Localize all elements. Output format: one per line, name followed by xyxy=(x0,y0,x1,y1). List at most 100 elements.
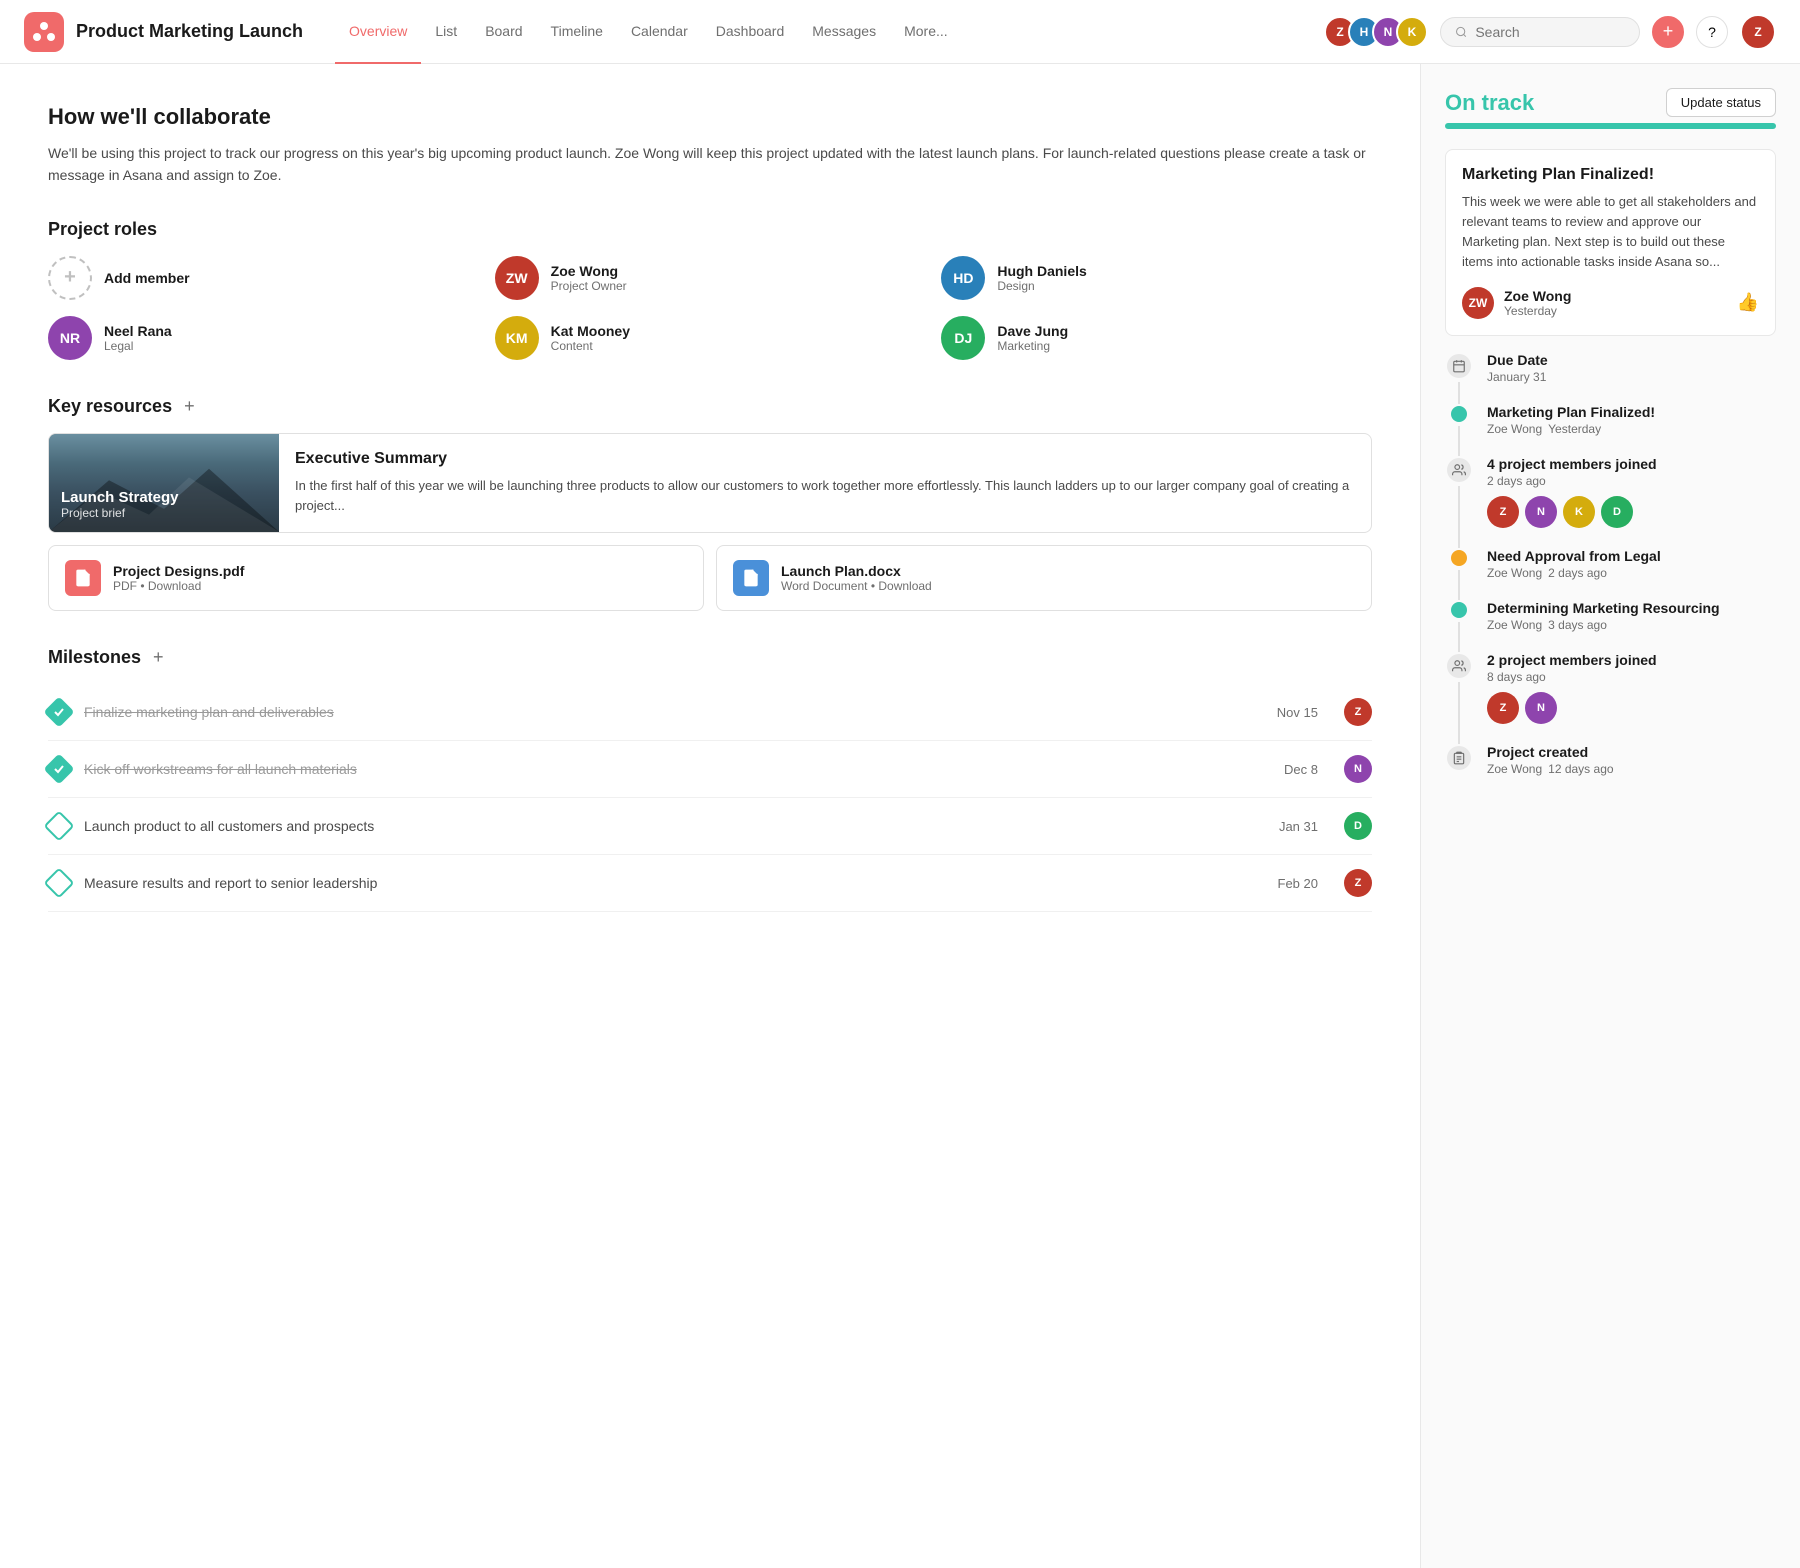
project-created-icon xyxy=(1447,746,1471,770)
milestone-check-4 xyxy=(43,868,74,899)
timeline-dot-resourcing xyxy=(1451,602,1467,618)
help-button[interactable]: ? xyxy=(1696,16,1728,48)
tab-calendar[interactable]: Calendar xyxy=(617,0,702,64)
add-member-label[interactable]: Add member xyxy=(104,270,190,286)
resources-title: Key resources + xyxy=(48,396,1372,417)
due-date-label: Due Date xyxy=(1487,352,1776,368)
calendar-icon xyxy=(1452,359,1466,373)
add-member-icon[interactable]: + xyxy=(48,256,92,300)
role-name-zoe: Zoe Wong xyxy=(551,263,627,279)
tab-list[interactable]: List xyxy=(421,0,471,64)
milestone-2[interactable]: Kick off workstreams for all launch mate… xyxy=(48,741,1372,798)
key-resources-section: Key resources + Launch Strategy Project … xyxy=(48,396,1372,611)
timeline-time-resourcing: 3 days ago xyxy=(1548,618,1607,632)
file-doc[interactable]: Launch Plan.docx Word Document • Downloa… xyxy=(716,545,1372,611)
file-pdf-name: Project Designs.pdf xyxy=(113,563,244,579)
role-sub-dave: Marketing xyxy=(997,339,1068,353)
add-resource-button[interactable]: + xyxy=(180,396,199,417)
search-bar[interactable] xyxy=(1440,17,1640,47)
top-navigation: Product Marketing Launch Overview List B… xyxy=(0,0,1800,64)
timeline-author-created: Zoe Wong xyxy=(1487,762,1542,776)
nav-right: Z H N K + ? Z xyxy=(1324,14,1776,50)
timeline-title-1: Marketing Plan Finalized! xyxy=(1487,404,1776,420)
milestone-4[interactable]: Measure results and report to senior lea… xyxy=(48,855,1372,912)
timeline-content-approval: Need Approval from Legal Zoe Wong 2 days… xyxy=(1487,548,1776,600)
role-name-neel: Neel Rana xyxy=(104,323,172,339)
resource-files: Project Designs.pdf PDF • Download xyxy=(48,545,1372,611)
team-avatars[interactable]: Z H N K xyxy=(1324,16,1428,48)
timeline-members-joined-4: 4 project members joined 2 days ago Z N … xyxy=(1445,456,1776,548)
roles-title: Project roles xyxy=(48,219,1372,240)
timeline-title-approval: Need Approval from Legal xyxy=(1487,548,1776,564)
search-input[interactable] xyxy=(1475,24,1625,40)
tab-board[interactable]: Board xyxy=(471,0,536,64)
due-date-content: Due Date January 31 xyxy=(1487,352,1776,404)
timeline-dot-1 xyxy=(1451,406,1467,422)
milestone-avatar-4: Z xyxy=(1344,869,1372,897)
add-button[interactable]: + xyxy=(1652,16,1684,48)
milestone-avatar-1: Z xyxy=(1344,698,1372,726)
milestone-date-3: Jan 31 xyxy=(1279,819,1318,834)
user-avatar[interactable]: Z xyxy=(1740,14,1776,50)
status-header: On track Update status xyxy=(1445,88,1776,117)
resource-card-main[interactable]: Launch Strategy Project brief Executive … xyxy=(48,433,1372,533)
left-panel: How we'll collaborate We'll be using thi… xyxy=(0,64,1420,1568)
tab-more[interactable]: More... xyxy=(890,0,962,64)
timeline-author-approval: Zoe Wong xyxy=(1487,566,1542,580)
resource-body-desc: In the first half of this year we will b… xyxy=(295,476,1355,516)
main-layout: How we'll collaborate We'll be using thi… xyxy=(0,64,1800,1568)
file-doc-meta: Word Document • Download xyxy=(781,579,932,593)
timeline-meta-created: Zoe Wong 12 days ago xyxy=(1487,762,1776,776)
tab-dashboard[interactable]: Dashboard xyxy=(702,0,799,64)
joined-avatar-2: N xyxy=(1525,496,1557,528)
timeline-content-members-2: 2 project members joined 8 days ago Z N xyxy=(1487,652,1776,744)
milestone-label-4: Measure results and report to senior lea… xyxy=(84,875,1264,891)
avatar-zoe-role: ZW xyxy=(495,256,539,300)
timeline-title-resourcing: Determining Marketing Resourcing xyxy=(1487,600,1776,616)
due-date-value: January 31 xyxy=(1487,370,1776,384)
timeline-author-resourcing: Zoe Wong xyxy=(1487,618,1542,632)
doc-file-icon xyxy=(741,568,761,588)
status-author-avatar: ZW xyxy=(1462,287,1494,319)
members-joined-icon-1 xyxy=(1447,458,1471,482)
tab-overview[interactable]: Overview xyxy=(335,0,421,64)
add-milestone-button[interactable]: + xyxy=(149,647,168,668)
like-button[interactable]: 👍 xyxy=(1737,292,1759,313)
tab-messages[interactable]: Messages xyxy=(798,0,890,64)
tab-timeline[interactable]: Timeline xyxy=(537,0,617,64)
status-update-card: Marketing Plan Finalized! This week we w… xyxy=(1445,149,1776,336)
role-sub-neel: Legal xyxy=(104,339,172,353)
milestone-check-2 xyxy=(43,754,74,785)
search-icon xyxy=(1455,25,1467,39)
role-sub-zoe: Project Owner xyxy=(551,279,627,293)
avatar-kat[interactable]: K xyxy=(1396,16,1428,48)
milestone-avatar-3: D xyxy=(1344,812,1372,840)
role-add[interactable]: + Add member xyxy=(48,256,479,300)
nav-tabs: Overview List Board Timeline Calendar Da… xyxy=(335,0,962,64)
timeline-project-created: Project created Zoe Wong 12 days ago xyxy=(1445,744,1776,796)
role-kat: KM Kat Mooney Content xyxy=(495,316,926,360)
role-name-dave: Dave Jung xyxy=(997,323,1068,339)
milestone-label-3: Launch product to all customers and pros… xyxy=(84,818,1265,834)
milestones-title: Milestones + xyxy=(48,647,1372,668)
milestone-3[interactable]: Launch product to all customers and pros… xyxy=(48,798,1372,855)
avatar-neel-role: NR xyxy=(48,316,92,360)
resource-image: Launch Strategy Project brief xyxy=(49,434,279,532)
clipboard-icon xyxy=(1452,751,1466,765)
app-icon[interactable] xyxy=(24,12,64,52)
avatar-dave-role: DJ xyxy=(941,316,985,360)
role-dave: DJ Dave Jung Marketing xyxy=(941,316,1372,360)
file-pdf[interactable]: Project Designs.pdf PDF • Download xyxy=(48,545,704,611)
role-neel: NR Neel Rana Legal xyxy=(48,316,479,360)
joined-avatar-5: Z xyxy=(1487,692,1519,724)
resource-body: Executive Summary In the first half of t… xyxy=(279,434,1371,532)
milestone-avatar-2: N xyxy=(1344,755,1372,783)
joined-avatar-4: D xyxy=(1601,496,1633,528)
timeline-title-members-1: 4 project members joined xyxy=(1487,456,1776,472)
collab-desc: We'll be using this project to track our… xyxy=(48,142,1372,187)
update-status-button[interactable]: Update status xyxy=(1666,88,1776,117)
milestone-1[interactable]: Finalize marketing plan and deliverables… xyxy=(48,684,1372,741)
doc-icon xyxy=(733,560,769,596)
role-sub-kat: Content xyxy=(551,339,630,353)
timeline-need-approval: Need Approval from Legal Zoe Wong 2 days… xyxy=(1445,548,1776,600)
